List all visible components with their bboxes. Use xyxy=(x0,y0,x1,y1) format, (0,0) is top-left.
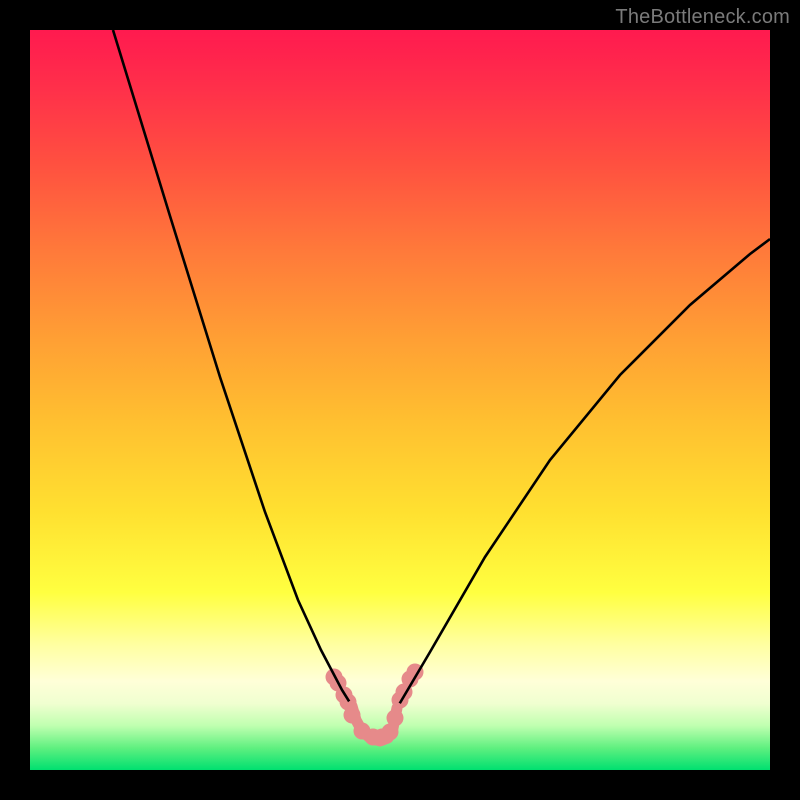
chart-markers xyxy=(326,664,424,746)
chart-right-curve xyxy=(397,239,770,708)
watermark-text: TheBottleneck.com xyxy=(615,6,790,29)
chart-frame: TheBottleneck.com xyxy=(0,0,800,800)
chart-left-curve xyxy=(113,30,352,706)
chart-svg xyxy=(30,30,770,770)
chart-plot-area xyxy=(30,30,770,770)
